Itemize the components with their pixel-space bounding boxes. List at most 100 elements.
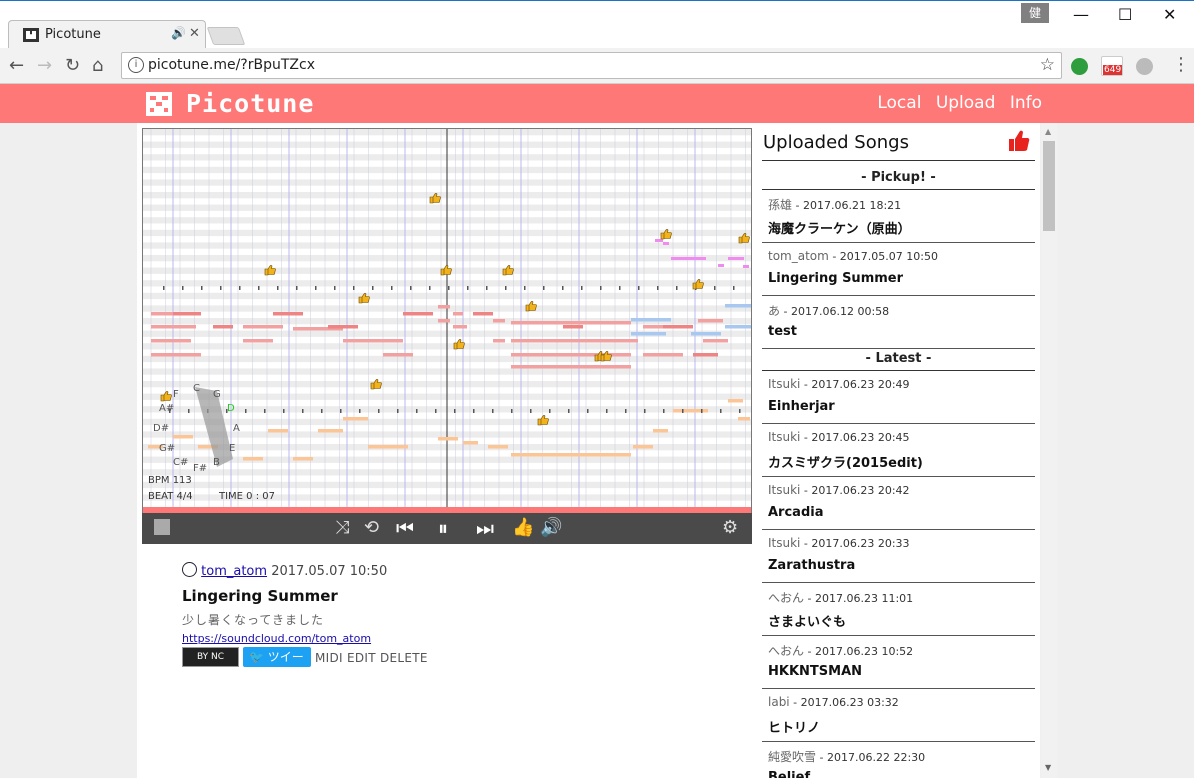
scroll-down-icon[interactable]: ▼ [1045, 763, 1051, 772]
song-user: Itsuki [768, 536, 801, 550]
note-tick [163, 286, 165, 290]
money-extension-icon[interactable] [1071, 58, 1088, 75]
sidebar: Uploaded Songs - Pickup! - 孫雄 - 2017.06.… [757, 123, 1040, 778]
note-orange [463, 441, 478, 445]
back-icon[interactable]: ← [9, 55, 24, 76]
note-red [563, 325, 583, 329]
song-list-item[interactable]: へおん - 2017.06.23 10:52 HKKNTSMAN [762, 636, 1035, 689]
song-title: Belief [768, 770, 811, 778]
note-red [151, 353, 201, 357]
page-scrollbar[interactable]: ▲ ▼ [1041, 123, 1057, 778]
thumbs-up-icon[interactable] [1007, 129, 1031, 153]
picotune-logo-icon[interactable] [154, 519, 170, 535]
note-pink [718, 264, 724, 267]
note-red [383, 353, 413, 357]
tweet-button[interactable]: 🐦 ツイート [243, 647, 311, 684]
note-orange [368, 445, 388, 449]
next-icon[interactable]: ⏭ [476, 516, 494, 540]
note-tick [587, 409, 589, 413]
song-meta: Itsuki - 2017.06.23 20:42 [768, 483, 910, 497]
reload-icon[interactable]: ↻ [65, 55, 80, 76]
shuffle-icon[interactable]: ⤨ [335, 517, 349, 538]
volume-icon[interactable]: 🔊 [540, 517, 562, 538]
song-list-item[interactable]: 孫雄 - 2017.06.21 18:21 海魔クラーケン（原曲） [762, 190, 1035, 243]
nav-local[interactable]: Local [877, 93, 921, 113]
note-orange [738, 417, 750, 421]
note-orange [511, 453, 631, 457]
minimize-icon[interactable]: — [1073, 5, 1089, 24]
menu-icon[interactable]: ⋮ [1172, 54, 1190, 75]
note-label: G# [159, 443, 175, 454]
song-date: - 2017.06.23 20:49 [800, 378, 910, 391]
song-meta: へおん - 2017.06.23 10:52 [768, 642, 913, 659]
settings-gear-icon[interactable]: ⚙ [722, 517, 738, 538]
speaker-icon[interactable]: 🔊 [171, 26, 186, 40]
previous-icon[interactable]: ⏮ [396, 516, 414, 540]
song-user: 孫雄 [768, 198, 793, 212]
creative-commons-badge[interactable]: BY NC [182, 647, 239, 667]
song-list-item[interactable]: Itsuki - 2017.06.23 20:42 Arcadia [762, 477, 1035, 530]
browser-tab[interactable]: Picotune 🔊 ✕ [8, 20, 206, 49]
song-date: - 2017.05.07 10:50 [828, 250, 938, 263]
song-external-link[interactable]: https://soundcloud.com/tom_atom [182, 632, 742, 645]
close-window-icon[interactable]: ✕ [1163, 5, 1176, 24]
note-red [438, 319, 450, 323]
thumbs-up-marker-icon [525, 301, 537, 312]
browser-toolbar: ← → ↻ ⌂ i picotune.me/?rBpuTZcx ☆ 649 ⋮ [0, 48, 1194, 84]
address-bar[interactable]: i picotune.me/?rBpuTZcx ☆ [121, 52, 1062, 79]
song-list-item[interactable]: Itsuki - 2017.06.23 20:49 Einherjar [762, 371, 1035, 424]
song-date: - 2017.06.23 11:01 [804, 592, 914, 605]
note-tick [568, 409, 570, 413]
song-actions: BY NC 🐦 ツイート MIDI EDIT DELETE [182, 647, 742, 684]
bookmark-star-icon[interactable]: ☆ [1040, 55, 1055, 75]
repeat-icon[interactable]: ⟲ [364, 517, 379, 538]
note-tick [562, 286, 564, 290]
song-list-item[interactable]: 純愛吹雪 - 2017.06.22 22:30 Belief [762, 742, 1035, 778]
logo-mark-icon [146, 92, 172, 116]
note-tick [606, 409, 608, 413]
midi-edit-delete-links[interactable]: MIDI EDIT DELETE [315, 651, 428, 665]
note-tick [473, 409, 475, 413]
note-tick [486, 286, 488, 290]
picotune-favicon [23, 28, 39, 42]
note-tick [581, 286, 583, 290]
piano-roll-player[interactable]: F C G A# D D# A G# E C# F# B BPM 113 BEAT 4/4 TIME … [142, 128, 752, 514]
note-label: A# [159, 403, 174, 414]
gmail-extension-icon[interactable]: 649 [1101, 56, 1123, 76]
maximize-icon[interactable]: ☐ [1118, 5, 1132, 24]
song-list-item[interactable]: へおん - 2017.06.23 11:01 さまよいぐも [762, 583, 1035, 636]
pause-icon[interactable]: ⏸ [438, 516, 448, 540]
note-tick [435, 409, 437, 413]
profile-button[interactable]: 健 [1021, 3, 1049, 23]
scrollbar-thumb[interactable] [1043, 141, 1055, 231]
song-list-item[interactable]: labi - 2017.06.23 03:32 ヒトリノ [762, 689, 1035, 742]
like-icon[interactable]: 👍 [512, 517, 534, 538]
new-tab-button[interactable] [206, 27, 246, 45]
note-label: E [229, 443, 235, 454]
nav-info[interactable]: Info [1010, 93, 1042, 113]
note-tick [353, 286, 355, 290]
note-tick [714, 286, 716, 290]
author-link[interactable]: tom_atom [201, 564, 267, 579]
piano-roll-canvas[interactable]: F C G A# D D# A G# E C# F# B [143, 129, 751, 513]
song-title: Lingering Summer [768, 271, 904, 286]
scroll-up-icon[interactable]: ▲ [1045, 127, 1051, 136]
site-header: Picotune Local Upload Info [0, 84, 1194, 123]
forward-icon[interactable]: → [37, 55, 52, 76]
thumbs-up-marker-icon [264, 265, 276, 276]
note-tick [505, 286, 507, 290]
nav-upload[interactable]: Upload [936, 93, 996, 113]
info-icon[interactable]: i [128, 57, 144, 73]
song-list-item[interactable]: Itsuki - 2017.06.23 20:33 Zarathustra [762, 530, 1035, 583]
song-list-item[interactable]: tom_atom - 2017.05.07 10:50 Lingering Sum… [762, 243, 1035, 296]
song-list-item[interactable]: あ - 2017.06.12 00:58 test [762, 296, 1035, 349]
home-icon[interactable]: ⌂ [92, 55, 103, 76]
note-tick [264, 409, 266, 413]
close-tab-icon[interactable]: ✕ [189, 26, 200, 41]
latest-heading: - Latest - [865, 351, 932, 366]
song-title: Arcadia [768, 505, 824, 520]
note-red [663, 325, 693, 329]
song-list-item[interactable]: Itsuki - 2017.06.23 20:45 カスミザクラ(2015edit… [762, 424, 1035, 477]
globe-extension-icon[interactable] [1136, 58, 1153, 75]
note-pink [728, 257, 744, 260]
